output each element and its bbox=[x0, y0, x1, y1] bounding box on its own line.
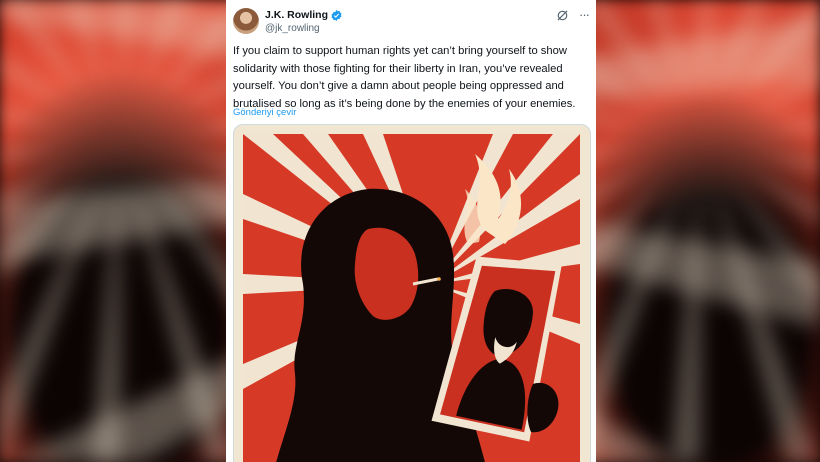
author-name[interactable]: J.K. Rowling bbox=[265, 9, 328, 21]
author-handle[interactable]: @jk_rowling bbox=[265, 23, 320, 34]
grok-icon[interactable] bbox=[556, 9, 569, 22]
tweet-card[interactable]: J.K. Rowling @jk_rowling ··· If you clai… bbox=[226, 0, 596, 462]
author-name-row: J.K. Rowling bbox=[265, 9, 342, 21]
tweet-header: J.K. Rowling @jk_rowling ··· bbox=[233, 7, 590, 37]
poster-image bbox=[243, 134, 580, 462]
translate-post-link[interactable]: Gönderiyi çevir bbox=[233, 107, 296, 118]
tweet-media[interactable] bbox=[233, 124, 591, 462]
verified-badge-icon bbox=[331, 9, 342, 21]
more-icon[interactable]: ··· bbox=[579, 7, 590, 22]
author-avatar[interactable] bbox=[233, 8, 259, 34]
tweet-text: If you claim to support human rights yet… bbox=[233, 45, 576, 110]
